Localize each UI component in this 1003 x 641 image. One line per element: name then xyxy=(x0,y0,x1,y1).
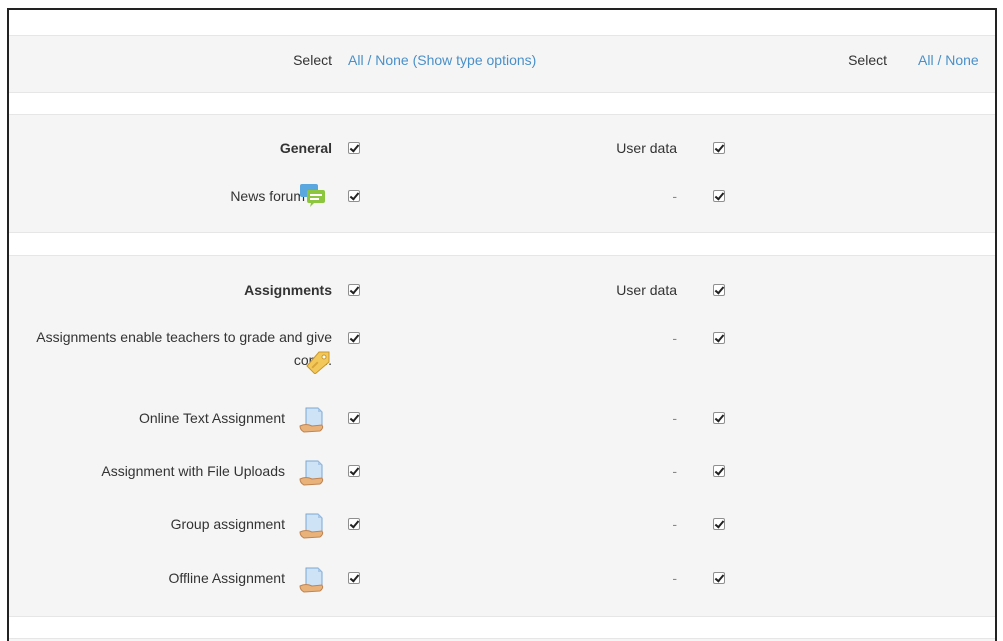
online-text-label: Online Text Assignment xyxy=(138,410,285,426)
forum-icon xyxy=(299,182,327,211)
news-forum-checkbox[interactable] xyxy=(348,190,360,202)
assignment-intro-label: Assignments enable teachers to grade and… xyxy=(36,329,332,368)
general-userdata-label: User data xyxy=(616,140,677,156)
group-assignment-dash: - xyxy=(672,516,677,532)
news-forum-label: News forum xyxy=(230,188,305,204)
online-text-userdata-checkbox[interactable] xyxy=(713,412,725,424)
assignments-title: Assignments xyxy=(244,282,332,298)
offline-assignment-label: Offline Assignment xyxy=(168,570,285,586)
assignment-intro-userdata-checkbox[interactable] xyxy=(713,332,725,344)
online-text-dash: - xyxy=(672,410,677,426)
document-hand-icon xyxy=(298,406,326,437)
assignments-userdata-checkbox[interactable] xyxy=(713,284,725,296)
general-title: General xyxy=(279,140,332,156)
group-assignment-checkbox[interactable] xyxy=(348,518,360,530)
general-checkbox[interactable] xyxy=(348,142,360,154)
offline-assignment-checkbox[interactable] xyxy=(348,572,360,584)
file-uploads-userdata-checkbox[interactable] xyxy=(713,465,725,477)
assignments-userdata-label: User data xyxy=(616,282,677,298)
document-hand-icon xyxy=(298,459,326,490)
file-uploads-checkbox[interactable] xyxy=(348,465,360,477)
document-hand-icon xyxy=(298,512,326,543)
all-none-link-right[interactable]: All / None xyxy=(918,50,979,70)
general-band xyxy=(9,114,995,233)
assignment-tag-icon xyxy=(303,348,333,377)
news-forum-userdata-checkbox[interactable] xyxy=(713,190,725,202)
offline-assignment-userdata-checkbox[interactable] xyxy=(713,572,725,584)
group-assignment-userdata-checkbox[interactable] xyxy=(713,518,725,530)
assignments-checkbox[interactable] xyxy=(348,284,360,296)
reset-options-frame: Select All / None (Show type options) Se… xyxy=(7,8,997,641)
news-forum-dash: - xyxy=(672,188,677,204)
file-uploads-label: Assignment with File Uploads xyxy=(101,463,285,479)
document-hand-icon xyxy=(298,566,326,597)
select-label-right: Select xyxy=(848,52,887,68)
assignments-band xyxy=(9,255,995,617)
show-type-options-link[interactable]: (Show type options) xyxy=(413,52,537,68)
all-none-link-left[interactable]: All / None xyxy=(348,52,409,68)
group-assignment-label: Group assignment xyxy=(170,516,285,532)
file-uploads-dash: - xyxy=(672,463,677,479)
online-text-checkbox[interactable] xyxy=(348,412,360,424)
general-userdata-checkbox[interactable] xyxy=(713,142,725,154)
assignment-intro-dash: - xyxy=(672,330,677,346)
offline-assignment-dash: - xyxy=(672,570,677,586)
select-label-left: Select xyxy=(293,52,332,68)
assignment-intro-checkbox[interactable] xyxy=(348,332,360,344)
